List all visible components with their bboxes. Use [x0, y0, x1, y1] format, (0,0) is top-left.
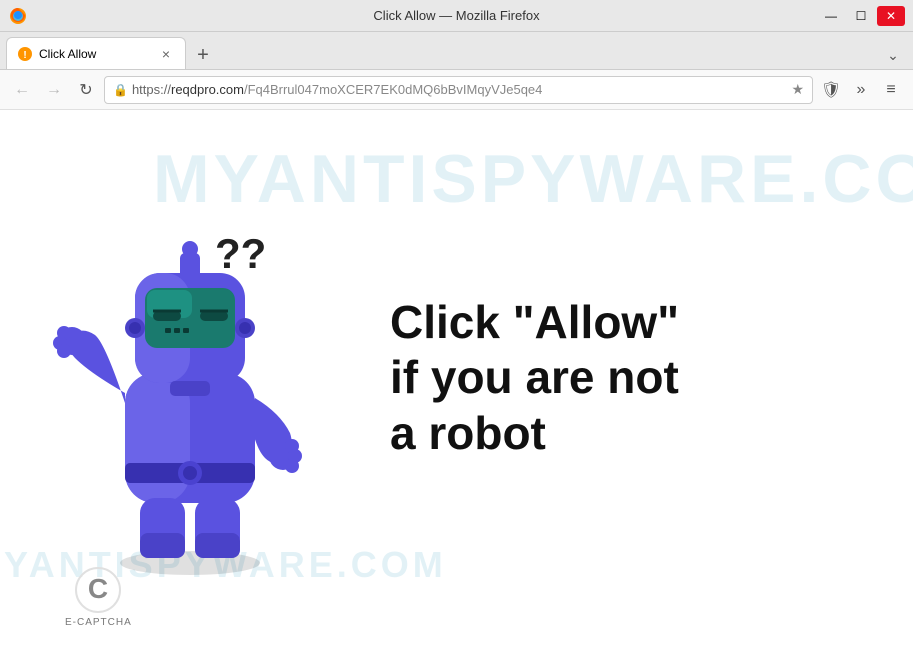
titlebar-left — [8, 6, 28, 26]
shield-button[interactable]: 🛡 — [817, 76, 845, 104]
main-text-line3: a robot — [390, 406, 679, 461]
url-domain: reqdpro.com — [171, 82, 244, 97]
url-display: https://reqdpro.com/Fq4Brrul047moXCER7EK… — [132, 82, 787, 97]
window-title: Click Allow — Mozilla Firefox — [373, 8, 539, 23]
minimize-button[interactable]: — — [817, 6, 845, 26]
tab-label: Click Allow — [39, 47, 151, 61]
tab-overflow-button[interactable]: ⌄ — [879, 41, 907, 69]
tab-close-button[interactable]: × — [157, 45, 175, 63]
new-tab-button[interactable]: + — [188, 41, 218, 69]
forward-button[interactable]: → — [40, 76, 68, 104]
robot-illustration: ?? — [50, 163, 370, 593]
extensions-button[interactable]: » — [847, 76, 875, 104]
active-tab[interactable]: ! Click Allow × — [6, 37, 186, 69]
ecaptcha-section: C E-CAPTCHA — [65, 567, 132, 628]
ecaptcha-logo-icon: C — [75, 567, 121, 613]
svg-text:C: C — [88, 573, 108, 604]
titlebar: Click Allow — Mozilla Firefox — ☐ ✕ — [0, 0, 913, 32]
menu-button[interactable]: ≡ — [877, 76, 905, 104]
navbar: ← → ↻ 🔒 https://reqdpro.com/Fq4Brrul047m… — [0, 70, 913, 110]
main-text-line1: Click "Allow" — [390, 295, 679, 350]
svg-text:??: ?? — [215, 230, 266, 277]
url-prefix: https:// — [132, 82, 171, 97]
bookmark-icon[interactable]: ★ — [791, 81, 804, 98]
page-content: MYANTISPYWARE.COM MYANTISPYWARE.COM — [0, 110, 913, 646]
lock-icon: 🔒 — [113, 83, 128, 97]
close-button[interactable]: ✕ — [877, 6, 905, 26]
url-path: /Fq4Brrul047moXCER7EK0dMQ6bBvIMqyVJe5qe4 — [244, 82, 542, 97]
address-bar[interactable]: 🔒 https://reqdpro.com/Fq4Brrul047moXCER7… — [104, 76, 813, 104]
tab-favicon-icon: ! — [17, 46, 33, 62]
svg-text:!: ! — [23, 50, 26, 61]
reload-button[interactable]: ↻ — [72, 76, 100, 104]
firefox-logo-icon — [8, 6, 28, 26]
nav-right-icons: 🛡 » ≡ — [817, 76, 905, 104]
page-main-text: Click "Allow" if you are not a robot — [390, 295, 679, 461]
maximize-button[interactable]: ☐ — [847, 6, 875, 26]
robot-svg: ?? — [50, 163, 330, 583]
main-text-line2: if you are not — [390, 350, 679, 405]
titlebar-controls: — ☐ ✕ — [817, 6, 905, 26]
tabbar: ! Click Allow × + ⌄ — [0, 32, 913, 70]
ecaptcha-label: E-CAPTCHA — [65, 617, 132, 628]
back-button[interactable]: ← — [8, 76, 36, 104]
